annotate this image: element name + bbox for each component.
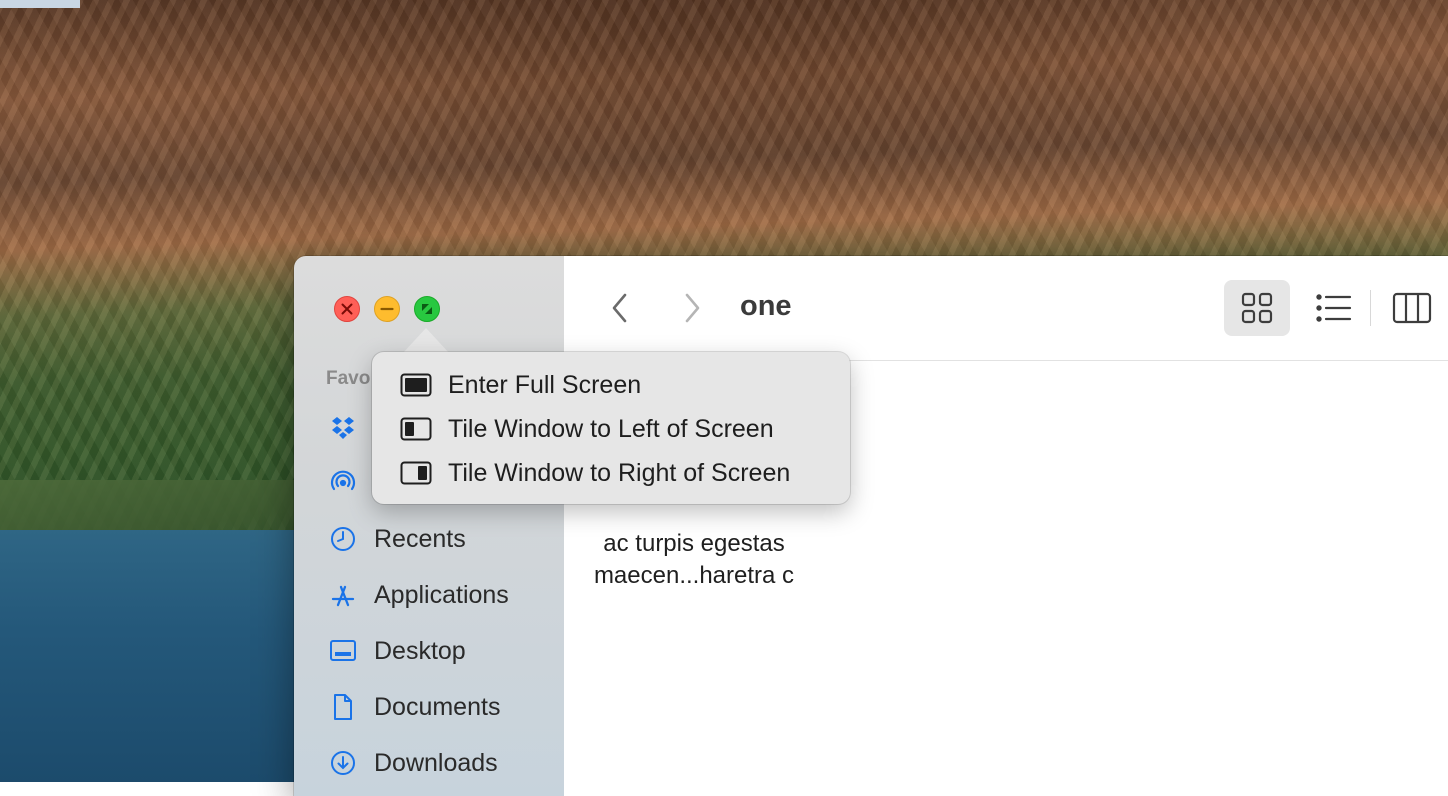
sidebar-item-label: Recents	[374, 524, 466, 553]
file-label-line: ac turpis egestas	[603, 530, 785, 557]
chevron-right-icon	[685, 293, 700, 323]
desktop-icon	[326, 634, 360, 668]
menu-pointer	[402, 328, 450, 354]
sidebar-item-dropbox[interactable]	[326, 408, 374, 448]
column-view-button[interactable]	[1384, 280, 1440, 336]
wallpaper-sea	[0, 530, 300, 782]
clock-icon	[326, 522, 360, 556]
icon-view-button[interactable]	[1224, 280, 1290, 336]
sidebar-section-favorites: Favo	[326, 368, 371, 389]
close-icon	[341, 303, 353, 315]
list-view-button[interactable]	[1306, 280, 1362, 336]
tile-right-icon	[400, 461, 432, 485]
fullscreen-icon	[400, 373, 432, 397]
sidebar-item-recents[interactable]: Recents	[326, 519, 466, 559]
back-button[interactable]	[600, 288, 640, 328]
zoom-button[interactable]	[414, 296, 440, 322]
sidebar-item-label: Documents	[374, 692, 501, 721]
menu-item-label: Enter Full Screen	[448, 370, 642, 399]
sidebar-item-airdrop[interactable]	[326, 462, 374, 502]
sidebar-item-downloads[interactable]: Downloads	[326, 743, 498, 783]
dropbox-icon	[326, 411, 360, 445]
sidebar-item-label: Applications	[374, 580, 509, 609]
menu-item-tile-left[interactable]: Tile Window to Left of Screen	[400, 407, 774, 451]
applications-icon	[326, 578, 360, 612]
wallpaper-sky	[0, 0, 80, 8]
chevron-left-icon	[612, 293, 627, 323]
document-icon	[326, 690, 360, 724]
grid-icon	[1241, 292, 1273, 324]
folder-title: one	[740, 290, 792, 322]
forward-button[interactable]	[672, 288, 712, 328]
sidebar-item-applications[interactable]: Applications	[326, 575, 509, 615]
finder-window: Favo Recents Applications Desktop Docume…	[294, 256, 1448, 796]
menu-item-label: Tile Window to Left of Screen	[448, 414, 774, 443]
menu-item-tile-right[interactable]: Tile Window to Right of Screen	[400, 451, 790, 495]
toolbar: one	[564, 256, 1448, 361]
sidebar-item-label: Desktop	[374, 636, 466, 665]
menu-item-label: Tile Window to Right of Screen	[448, 458, 791, 487]
list-icon	[1316, 294, 1352, 322]
minimize-button[interactable]	[374, 296, 400, 322]
tile-left-icon	[400, 417, 432, 441]
menu-item-enter-full-screen[interactable]: Enter Full Screen	[400, 363, 641, 407]
toolbar-divider	[1370, 290, 1371, 326]
download-icon	[326, 746, 360, 780]
close-button[interactable]	[334, 296, 360, 322]
sidebar-item-documents[interactable]: Documents	[326, 687, 500, 727]
file-label-line: maecen...haretra c	[593, 562, 795, 589]
airdrop-icon	[326, 465, 360, 499]
zoom-menu: Enter Full Screen Tile Window to Left of…	[372, 352, 850, 504]
sidebar-item-desktop[interactable]: Desktop	[326, 631, 466, 671]
columns-icon	[1392, 292, 1432, 324]
content-area: one ac turpis egestas maecen...haretra c	[564, 256, 1448, 796]
sidebar-item-label: Downloads	[374, 748, 498, 777]
minimize-icon	[380, 307, 394, 311]
file-item-label[interactable]: ac turpis egestas maecen...haretra c	[564, 528, 824, 592]
zoom-icon	[422, 304, 432, 314]
